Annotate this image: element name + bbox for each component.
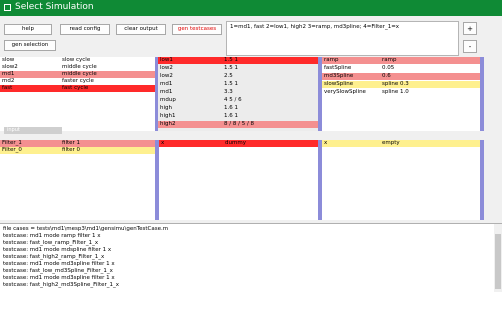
- list-item[interactable]: high 1.6 1: [158, 105, 318, 112]
- list-item[interactable]: md1 3.3: [158, 89, 318, 96]
- list-item[interactable]: slow2 middle cycle: [0, 64, 155, 71]
- output-line: testcase: md1 mode mdspline filter 1 x: [3, 247, 112, 253]
- list-item[interactable]: ramp ramp: [322, 57, 480, 64]
- list-item[interactable]: high1 1.6 1: [158, 113, 318, 120]
- list-item[interactable]: Filter_1 filter 1: [0, 140, 155, 147]
- read-config-button[interactable]: read config: [60, 24, 110, 35]
- gen-testcases-button[interactable]: gen testcases: [172, 24, 222, 35]
- output-line: file cases = tests\md1\mesp3\md1\gensimu…: [3, 226, 169, 232]
- help-button[interactable]: help: [4, 24, 52, 35]
- output-line: testcase: fast_low_md3Spline_Filter_1_x: [3, 268, 113, 274]
- output-line: testcase: fast_low_ramp_Filter_1_x: [3, 240, 99, 246]
- gen-selection-button[interactable]: gen selection: [4, 40, 56, 51]
- list-item[interactable]: mdup 4 5 / 6: [158, 97, 318, 104]
- output-scrollbar[interactable]: [494, 224, 502, 292]
- filter-input[interactable]: input: [4, 127, 62, 134]
- app-icon: [4, 4, 11, 11]
- level-panel: low1 1.5 1 low2 1.5 1 low2 2.5 md1 1.5 1 md1…: [158, 57, 318, 131]
- dummy-panel: x dummy: [159, 140, 318, 220]
- list-item[interactable]: md3Spline 0.6: [322, 73, 480, 80]
- output-line: testcase: fast_high2_ramp_Filter_1_x: [3, 254, 105, 260]
- list-item[interactable]: Filter_0 filter 0: [0, 147, 155, 154]
- filter-panel: Filter_1 filter 1 Filter_0 filter 0: [0, 140, 155, 220]
- list-item[interactable]: md1 middle cycle: [0, 71, 155, 78]
- mode-panel: ramp ramp fastSpline 0.05 md3Spline 0.6 slo…: [322, 57, 480, 131]
- list-item[interactable]: low2 2.5: [158, 73, 318, 80]
- list-item[interactable]: x dummy: [159, 140, 318, 147]
- panel-divider[interactable]: [480, 57, 484, 131]
- list-item[interactable]: low2 1.5 1: [158, 65, 318, 72]
- list-item[interactable]: fastSpline 0.05: [322, 65, 480, 72]
- plus-button[interactable]: +: [463, 22, 477, 35]
- scrollbar-thumb[interactable]: [495, 234, 501, 289]
- window-title: Select Simulation: [15, 2, 94, 12]
- empty-panel: x empty: [322, 140, 480, 220]
- list-item[interactable]: x empty: [322, 140, 480, 147]
- clear-output-button[interactable]: clear output: [116, 24, 166, 35]
- title-bar: Select Simulation: [0, 0, 502, 16]
- output-console[interactable]: file cases = tests\md1\mesp3\md1\gensimu…: [0, 223, 502, 315]
- output-line: testcase: md1 mode ramp filter 1 x: [3, 233, 101, 239]
- list-item[interactable]: slow slow cycle: [0, 57, 155, 64]
- selection-info-box[interactable]: 1=md1, fast 2=low1, high2 3=ramp, md3pli…: [226, 21, 459, 56]
- list-item[interactable]: md1 1.5 1: [158, 81, 318, 88]
- list-item[interactable]: verySlowSpline spline 1.0: [322, 89, 480, 96]
- list-item[interactable]: low1 1.5 1: [158, 57, 318, 64]
- speed-panel: slow slow cycle slow2 middle cycle md1 midd…: [0, 57, 155, 131]
- output-line: testcase: md1 mode md3spline filter 1 x: [3, 275, 115, 281]
- list-item[interactable]: high2 8 / 8 / 5 / 8: [158, 121, 318, 128]
- filter-input-label: input: [7, 127, 20, 133]
- output-line: testcase: md1 mode md3spline filter 1 x: [3, 261, 115, 267]
- output-line: testcase: fast_high2_md3Spline_Filter_1_…: [3, 282, 120, 288]
- list-item[interactable]: md2 faster cycle: [0, 78, 155, 85]
- list-item[interactable]: slowSpline spline 0.3: [322, 81, 480, 88]
- minus-button[interactable]: -: [463, 40, 477, 53]
- selection-info-text: 1=md1, fast 2=low1, high2 3=ramp, md3pli…: [230, 24, 400, 30]
- list-item[interactable]: fast fast cycle: [0, 85, 155, 92]
- panel-divider[interactable]: [480, 140, 484, 220]
